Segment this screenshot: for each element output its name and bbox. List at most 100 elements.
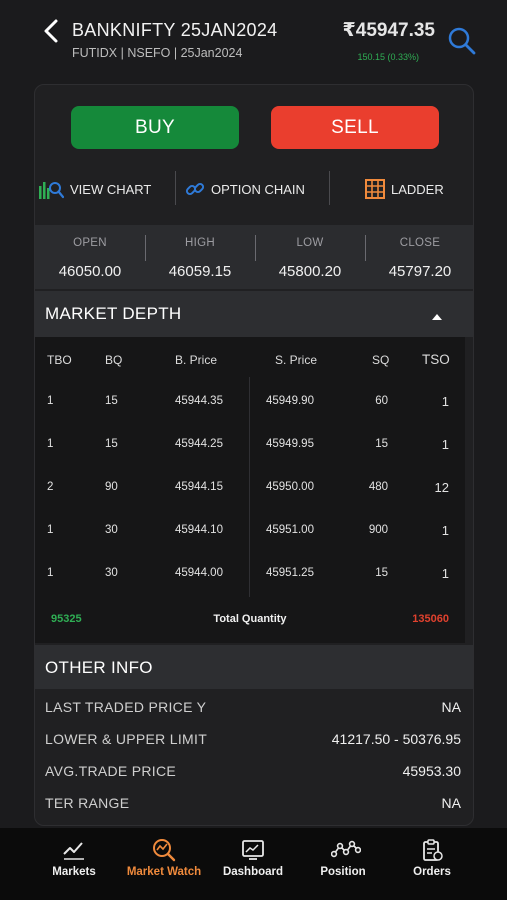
nav-label: Position <box>320 866 366 878</box>
tso-cell: 12 <box>434 480 449 495</box>
nav-tab-orders[interactable]: Orders <box>382 828 482 900</box>
bprice-cell: 45944.15 <box>175 481 223 493</box>
ohlc-low: LOW 45800.20 <box>255 225 365 289</box>
depth-row: 1 30 45944.00 45951.25 15 1 <box>35 553 465 596</box>
info-label: TER RANGE <box>45 795 130 811</box>
other-info-title: OTHER INFO <box>45 658 153 677</box>
sprice-cell: 45949.90 <box>266 395 314 407</box>
info-value: NA <box>441 795 461 811</box>
ohlc-high: HIGH 46059.15 <box>145 225 255 289</box>
column-header-bq: BQ <box>105 353 123 367</box>
sq-cell: 15 <box>375 438 388 450</box>
ohlc-value: 45800.20 <box>278 263 342 280</box>
sq-cell: 15 <box>375 567 388 579</box>
sprice-cell: 45950.00 <box>266 481 314 493</box>
column-header-tso: TSO <box>422 352 450 367</box>
search-icon[interactable] <box>447 26 477 56</box>
ohlc-value: 46059.15 <box>168 263 232 280</box>
sq-cell: 900 <box>368 524 388 536</box>
depth-row: 1 15 45944.25 45949.95 15 1 <box>35 424 465 467</box>
ohlc-value: 45797.20 <box>388 263 452 280</box>
info-value: NA <box>441 699 461 715</box>
ladder-grid-icon <box>365 179 385 199</box>
tso-cell: 1 <box>441 566 449 581</box>
nav-tab-position[interactable]: Position <box>293 828 393 900</box>
symbol-title: BANKNIFTY 25JAN2024 <box>72 20 278 40</box>
column-header-sprice: S. Price <box>275 353 318 367</box>
tbo-cell: 2 <box>47 481 54 493</box>
column-header-bprice: B. Price <box>175 353 218 367</box>
dashboard-icon <box>242 840 264 860</box>
back-arrow-icon[interactable] <box>40 18 64 44</box>
price-change: 150.15 (0.33%) <box>357 52 419 62</box>
nav-label: Markets <box>52 866 96 878</box>
tso-cell: 1 <box>441 437 449 452</box>
sq-cell: 60 <box>375 395 388 407</box>
collapse-caret-icon[interactable] <box>432 314 442 320</box>
ohlc-close: CLOSE 45797.20 <box>365 225 473 289</box>
column-header-tbo: TBO <box>47 353 72 367</box>
total-quantity-label: Total Quantity <box>213 613 287 625</box>
nav-label: Market Watch <box>126 866 202 878</box>
tbo-cell: 1 <box>47 567 54 579</box>
market-depth-header[interactable]: MARKET DEPTH <box>35 291 473 337</box>
nav-label: Dashboard <box>222 866 284 878</box>
nav-tab-dashboard[interactable]: Dashboard <box>203 828 303 900</box>
ohlc-value: 46050.00 <box>58 263 122 280</box>
scrip-detail-panel: BUY SELL VIEW CHART OPTION CHAIN LADDER … <box>34 84 474 826</box>
info-label: LAST TRADED PRICE Y <box>45 699 207 715</box>
info-value: 41217.50 - 50376.95 <box>331 731 461 747</box>
view-chart-label: VIEW CHART <box>70 181 152 197</box>
sprice-cell: 45949.95 <box>266 438 314 450</box>
bq-cell: 15 <box>105 438 118 450</box>
tbo-cell: 1 <box>47 524 54 536</box>
header: BANKNIFTY 25JAN2024 FUTIDX | NSEFO | 25J… <box>0 0 507 84</box>
divider <box>175 171 176 205</box>
ohlc-label: HIGH <box>185 237 215 249</box>
info-row: LOWER & UPPER LIMIT 41217.50 - 50376.95 <box>35 723 473 755</box>
tso-cell: 1 <box>441 394 449 409</box>
ladder-label: LADDER <box>391 181 444 197</box>
depth-row: 2 90 45944.15 45950.00 480 12 <box>35 467 465 510</box>
link-chain-icon <box>185 182 205 196</box>
option-chain-button[interactable]: OPTION CHAIN <box>185 169 305 209</box>
option-chain-label: OPTION CHAIN <box>211 181 305 197</box>
market-watch-icon <box>153 839 176 862</box>
info-label: AVG.TRADE PRICE <box>45 763 177 779</box>
market-depth-title: MARKET DEPTH <box>45 304 182 323</box>
market-depth-table: TBO BQ B. Price S. Price SQ TSO 1 15 459… <box>35 337 465 643</box>
ladder-button[interactable]: LADDER <box>365 169 444 209</box>
ohlc-label: OPEN <box>73 237 107 249</box>
info-value: 45953.30 <box>402 763 461 779</box>
bq-cell: 30 <box>105 524 118 536</box>
buy-button[interactable]: BUY <box>71 106 239 149</box>
nav-tab-market-watch[interactable]: Market Watch <box>114 828 214 900</box>
tbo-cell: 1 <box>47 395 54 407</box>
sprice-cell: 45951.25 <box>266 567 314 579</box>
depth-row: 1 15 45944.35 45949.90 60 1 <box>35 381 465 424</box>
ohlc-label: CLOSE <box>399 237 441 249</box>
nav-label: Orders <box>413 866 451 878</box>
orders-icon <box>423 839 443 861</box>
other-info-header: OTHER INFO <box>35 645 473 689</box>
bprice-cell: 45944.10 <box>175 524 223 536</box>
info-row: AVG.TRADE PRICE 45953.30 <box>35 755 473 787</box>
markets-icon <box>63 842 84 860</box>
sprice-cell: 45951.00 <box>266 524 314 536</box>
chart-icon <box>39 182 64 199</box>
position-icon <box>331 840 361 858</box>
tbo-cell: 1 <box>47 438 54 450</box>
last-traded-price: ₹45947.35 <box>342 20 435 41</box>
nav-tab-markets[interactable]: Markets <box>24 828 124 900</box>
symbol-subtitle: FUTIDX | NSEFO | 25Jan2024 <box>72 46 243 60</box>
total-sell-quantity: 135060 <box>412 613 449 625</box>
quick-actions: VIEW CHART OPTION CHAIN LADDER <box>35 169 473 209</box>
bq-cell: 90 <box>105 481 118 493</box>
info-row: TER RANGE NA <box>35 787 473 819</box>
view-chart-button[interactable]: VIEW CHART <box>38 169 151 209</box>
sell-button[interactable]: SELL <box>271 106 439 149</box>
bottom-navigation: Markets Market Watch Dashboard Position <box>0 828 507 900</box>
column-header-sq: SQ <box>372 353 390 367</box>
sq-cell: 480 <box>368 481 388 493</box>
info-row: LAST TRADED PRICE Y NA <box>35 691 473 723</box>
